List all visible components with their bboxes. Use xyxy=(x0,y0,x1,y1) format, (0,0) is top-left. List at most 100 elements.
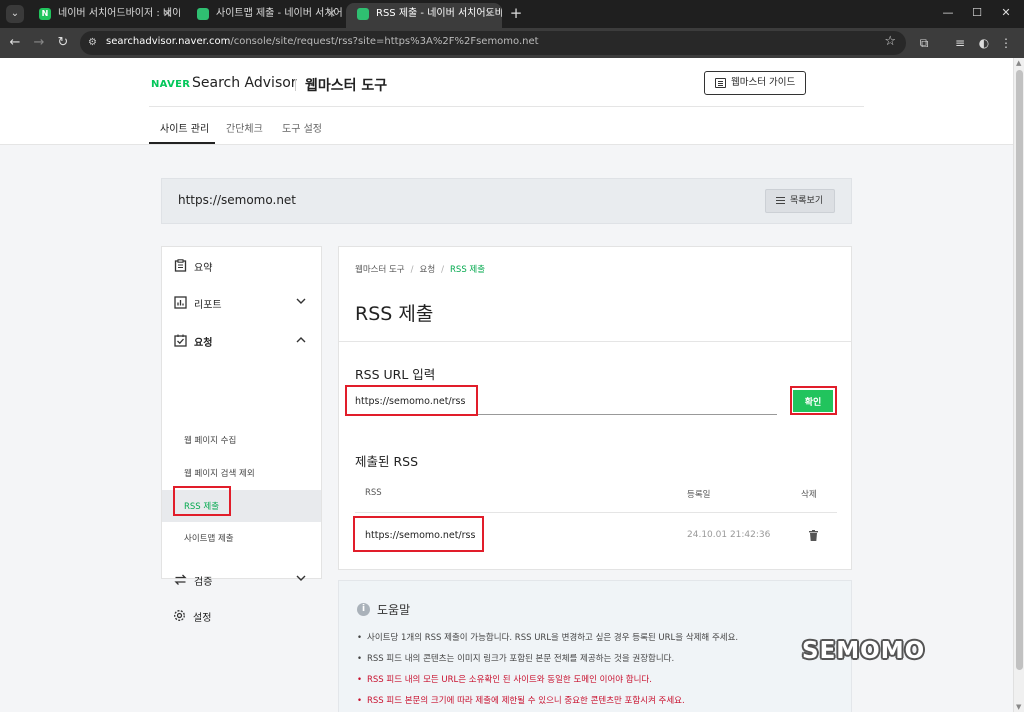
tab-tool-settings[interactable]: 도구 설정 xyxy=(282,120,322,135)
sidebar-item-label: 요청 xyxy=(194,338,213,349)
chevron-down-icon xyxy=(296,298,306,304)
tab-title: 사이트맵 제출 - 네이버 서치어 xyxy=(216,8,343,19)
browser-tab-3-active[interactable]: RSS 제출 - 네이버 서치어드바이 ✕ xyxy=(346,3,502,28)
bookmark-star-icon[interactable]: ☆ xyxy=(884,34,896,49)
maximize-icon[interactable]: ☐ xyxy=(967,4,987,22)
page-scrollbar[interactable]: ▲ ▼ xyxy=(1013,58,1024,712)
subitem-label: RSS 제출 xyxy=(184,502,220,512)
sidebar: 요약 리포트 요청 웹 페이지 수집 웹 페이지 검색 제외 RSS 제출 사이… xyxy=(161,246,322,588)
chevron-up-icon xyxy=(296,337,306,343)
view-list-button[interactable]: 목록보기 xyxy=(765,189,835,213)
new-tab-button[interactable]: + xyxy=(508,4,524,22)
page-content: NAVER Search Advisor 웹마스터 도구 웹마스터 가이드 사이… xyxy=(0,58,1013,712)
chevron-down-icon xyxy=(296,575,306,581)
help-item-text: 사이트당 1개의 RSS 제출이 가능합니다. RSS URL을 변경하고 싶은… xyxy=(367,633,739,643)
sidebar-subitem-search-exclude[interactable]: 웹 페이지 검색 제외 xyxy=(162,457,321,489)
confirm-button[interactable]: 확인 xyxy=(793,390,833,412)
breadcrumb-item[interactable]: 웹마스터 도구 xyxy=(355,265,405,275)
list-button-label: 목록보기 xyxy=(790,196,824,206)
more-menu-icon[interactable]: ⋮ xyxy=(998,35,1014,51)
swap-arrows-icon xyxy=(174,574,187,585)
help-box: i 도움말 • 사이트당 1개의 RSS 제출이 가능합니다. RSS URL을 … xyxy=(338,580,852,712)
breadcrumb-item[interactable]: 요청 xyxy=(420,265,436,275)
rss-url-input[interactable] xyxy=(349,389,777,415)
help-item-text: RSS 피드 본문의 크기에 따라 제출에 제한될 수 있으니 중요한 콘텐츠만… xyxy=(367,696,685,706)
subitem-label: 웹 페이지 검색 제외 xyxy=(184,469,255,479)
help-item-warning: • RSS 피드 본문의 크기에 따라 제출에 제한될 수 있으니 중요한 콘텐츠… xyxy=(357,696,685,706)
profile-icon[interactable]: ◐ xyxy=(976,35,992,51)
guide-button-label: 웹마스터 가이드 xyxy=(731,77,796,88)
naver-n-icon: N xyxy=(39,8,51,20)
header-divider xyxy=(149,106,864,107)
column-header-date: 등록일 xyxy=(687,490,711,500)
green-page-icon xyxy=(197,8,209,20)
column-header-rss: RSS xyxy=(365,488,382,498)
sidebar-item-label: 요약 xyxy=(194,263,213,274)
close-tab-icon[interactable]: ✕ xyxy=(163,3,172,25)
gear-icon xyxy=(174,610,185,621)
sidebar-item-report[interactable]: 리포트 xyxy=(162,288,321,318)
title-divider xyxy=(339,341,851,342)
site-info-icon[interactable]: ⚙ xyxy=(88,36,102,50)
scrollbar-thumb[interactable] xyxy=(1016,70,1023,670)
info-icon: i xyxy=(357,603,370,616)
browser-tab-bar: ⌄ N 네이버 서치어드바이저 : 네이버 ✕ 사이트맵 제출 - 네이버 서치… xyxy=(0,0,1024,28)
scroll-down-arrow-icon[interactable]: ▼ xyxy=(1016,703,1021,711)
url-path: /console/site/request/rss?site=https%3A%… xyxy=(230,36,539,47)
list-icon xyxy=(776,197,785,198)
active-tab-indicator xyxy=(149,142,215,144)
tab-quick-check[interactable]: 간단체크 xyxy=(226,120,263,135)
naver-logo[interactable]: NAVER xyxy=(151,79,190,90)
guide-book-icon xyxy=(715,78,726,88)
rss-url-input-title: RSS URL 입력 xyxy=(355,367,436,382)
sidebar-item-settings[interactable]: 설정 xyxy=(161,601,320,631)
semomo-watermark: SEMOMO xyxy=(802,638,926,664)
forward-arrow-icon[interactable]: → xyxy=(30,34,48,52)
sidebar-item-verify[interactable]: 검증 xyxy=(162,565,321,595)
help-item: • RSS 피드 내의 콘텐츠는 이미지 링크가 포함된 본문 전체를 제공하는 … xyxy=(357,654,675,664)
browser-tab-2[interactable]: 사이트맵 제출 - 네이버 서치어 ✕ xyxy=(186,3,344,28)
subitem-label: 사이트맵 제출 xyxy=(184,534,234,544)
webmaster-tools-title[interactable]: 웹마스터 도구 xyxy=(305,75,387,95)
clipboard-icon xyxy=(174,259,187,272)
address-bar[interactable]: ⚙ searchadvisor.naver.com/console/site/r… xyxy=(80,31,906,55)
calendar-check-icon xyxy=(174,334,187,347)
logo-divider xyxy=(295,79,296,91)
reading-list-icon[interactable]: ≡ xyxy=(952,35,968,51)
site-header: NAVER Search Advisor 웹마스터 도구 웹마스터 가이드 사이… xyxy=(0,58,1013,145)
tab-search-menu-icon[interactable]: ⌄ xyxy=(6,5,24,23)
webmaster-guide-button[interactable]: 웹마스터 가이드 xyxy=(704,71,806,95)
trash-icon[interactable] xyxy=(809,530,818,541)
reload-icon[interactable]: ↻ xyxy=(54,34,72,52)
bar-chart-icon xyxy=(174,296,187,309)
help-title: 도움말 xyxy=(377,603,411,617)
close-tab-icon[interactable]: ✕ xyxy=(327,3,336,25)
extensions-icon[interactable]: ⧉ xyxy=(916,35,932,51)
sidebar-item-summary[interactable]: 요약 xyxy=(162,251,321,281)
browser-tab-1[interactable]: N 네이버 서치어드바이저 : 네이버 ✕ xyxy=(28,3,180,28)
rss-submit-card: 웹마스터 도구/요청/RSS 제출 RSS 제출 RSS URL 입력 확인 제… xyxy=(338,246,852,570)
sidebar-subitem-sitemap-submit[interactable]: 사이트맵 제출 xyxy=(162,522,321,554)
sidebar-item-label: 설정 xyxy=(193,613,212,624)
close-window-icon[interactable]: ✕ xyxy=(996,4,1016,22)
help-item-text: RSS 피드 내의 콘텐츠는 이미지 링크가 포함된 본문 전체를 제공하는 것… xyxy=(367,654,675,664)
address-url: searchadvisor.naver.com/console/site/req… xyxy=(106,36,539,47)
help-item: • 사이트당 1개의 RSS 제출이 가능합니다. RSS URL을 변경하고 싶… xyxy=(357,633,739,643)
registered-date-cell: 24.10.01 21:42:36 xyxy=(687,530,771,540)
rss-url-cell: https://semomo.net/rss xyxy=(365,530,476,541)
sidebar-subitem-page-crawl[interactable]: 웹 페이지 수집 xyxy=(162,424,321,456)
sidebar-item-request[interactable]: 요청 xyxy=(162,326,321,356)
back-arrow-icon[interactable]: ← xyxy=(6,34,24,52)
tab-site-management[interactable]: 사이트 관리 xyxy=(160,120,209,135)
scroll-up-arrow-icon[interactable]: ▲ xyxy=(1016,59,1021,67)
subitem-label: 웹 페이지 수집 xyxy=(184,436,237,446)
close-tab-icon[interactable]: ✕ xyxy=(485,3,494,25)
page-title: RSS 제출 xyxy=(355,303,434,325)
browser-toolbar: ← → ↻ ⚙ searchadvisor.naver.com/console/… xyxy=(0,28,1024,58)
column-header-delete: 삭제 xyxy=(801,490,817,500)
sidebar-subitem-rss-submit[interactable]: RSS 제출 xyxy=(162,490,321,522)
minimize-icon[interactable]: — xyxy=(938,4,958,22)
help-item-warning: • RSS 피드 내의 모든 URL은 소유확인 된 사이트와 동일한 도메인 이… xyxy=(357,675,652,685)
site-url: https://semomo.net xyxy=(178,193,297,207)
search-advisor-logo[interactable]: Search Advisor xyxy=(192,75,297,91)
